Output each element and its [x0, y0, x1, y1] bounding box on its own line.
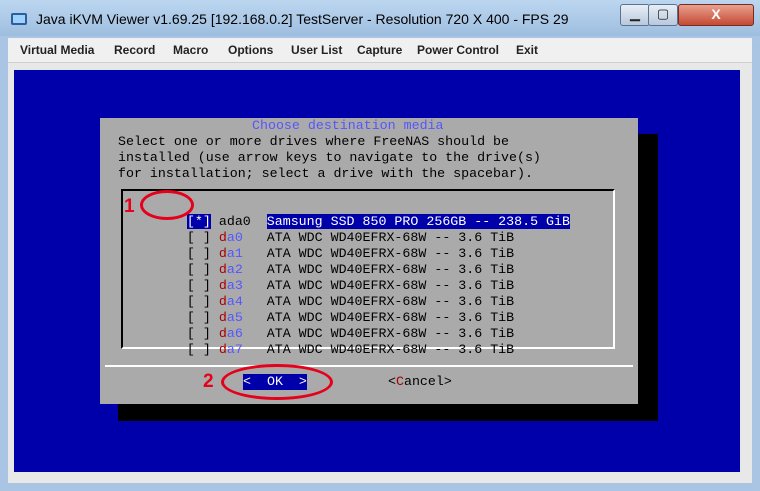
menu-capture[interactable]: Capture: [357, 43, 402, 57]
annotation-circle-2: [221, 364, 333, 400]
drive-description: ATA WDC WD40EFRX-68W -- 3.6 TiB: [266, 341, 515, 357]
close-button[interactable]: X: [678, 4, 754, 26]
minimize-icon: ▁: [630, 6, 640, 21]
dialog-title: Choose destination media: [252, 118, 444, 134]
maximize-icon: ▢: [656, 6, 670, 21]
drive-name: a7: [226, 341, 243, 357]
java-app-icon: [11, 13, 27, 25]
window-title: Java iKVM Viewer v1.69.25 [192.168.0.2] …: [36, 11, 569, 27]
menu-record[interactable]: Record: [114, 43, 155, 57]
drive-name-prefix: d: [218, 341, 227, 357]
prompt-line-2: installed (use arrow keys to navigate to…: [118, 150, 541, 165]
minimize-button[interactable]: ▁: [620, 4, 650, 26]
annotation-number-1: 1: [124, 196, 135, 217]
close-icon: X: [711, 6, 721, 22]
button-separator: [105, 365, 633, 399]
menu-user-list[interactable]: User List: [291, 43, 342, 57]
kvm-viewer-window: Java iKVM Viewer v1.69.25 [192.168.0.2] …: [0, 0, 760, 491]
menu-exit[interactable]: Exit: [516, 43, 538, 57]
cancel-left: <: [388, 374, 396, 389]
title-bar[interactable]: Java iKVM Viewer v1.69.25 [192.168.0.2] …: [0, 0, 760, 36]
menu-bar: Virtual Media Record Macro Options User …: [8, 38, 752, 63]
menu-power-control[interactable]: Power Control: [417, 43, 499, 57]
cancel-button[interactable]: <Cancel>: [388, 374, 452, 390]
maximize-button[interactable]: ▢: [648, 4, 678, 26]
prompt-line-1: Select one or more drives where FreeNAS …: [118, 134, 509, 149]
annotation-number-2: 2: [203, 371, 214, 392]
menu-options[interactable]: Options: [228, 43, 273, 57]
prompt-line-3: for installation; select a drive with th…: [118, 166, 533, 181]
drive-checkbox[interactable]: [ ]: [187, 342, 211, 357]
menu-macro[interactable]: Macro: [173, 43, 208, 57]
menu-virtual-media[interactable]: Virtual Media: [20, 43, 94, 57]
annotation-circle-1: [140, 190, 194, 220]
cancel-hotkey: C: [395, 374, 404, 389]
cancel-rest: ancel>: [403, 374, 452, 389]
